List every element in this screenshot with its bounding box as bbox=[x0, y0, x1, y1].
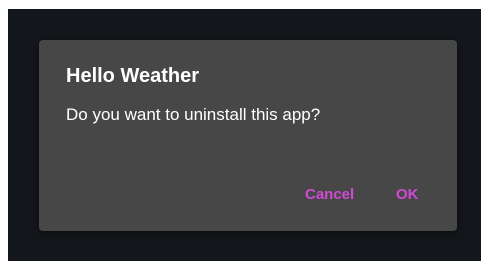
dialog-title: Hello Weather bbox=[66, 65, 199, 87]
dialog-message: Do you want to uninstall this app? bbox=[66, 105, 321, 124]
uninstall-dialog: Hello Weather Do you want to uninstall t… bbox=[39, 40, 457, 231]
dimmed-background[interactable]: Hello Weather Do you want to uninstall t… bbox=[8, 9, 481, 261]
cancel-button[interactable]: Cancel bbox=[299, 182, 360, 207]
ok-button[interactable]: OK bbox=[390, 182, 425, 207]
